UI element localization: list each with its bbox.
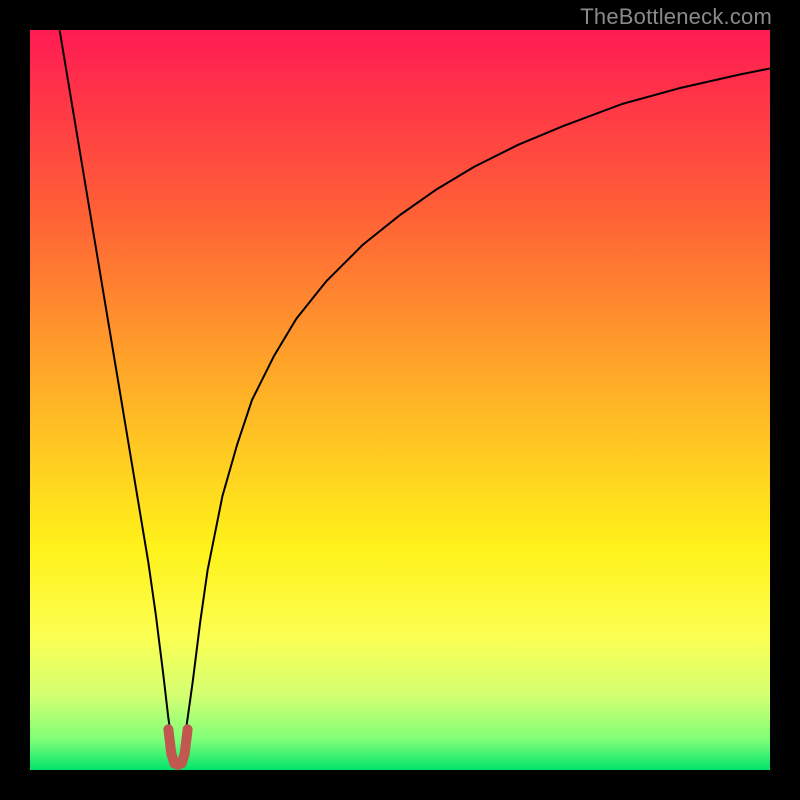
watermark-text: TheBottleneck.com bbox=[580, 4, 772, 30]
chart-background bbox=[30, 30, 770, 770]
chart-frame: TheBottleneck.com bbox=[0, 0, 800, 800]
bottleneck-chart bbox=[30, 30, 770, 770]
